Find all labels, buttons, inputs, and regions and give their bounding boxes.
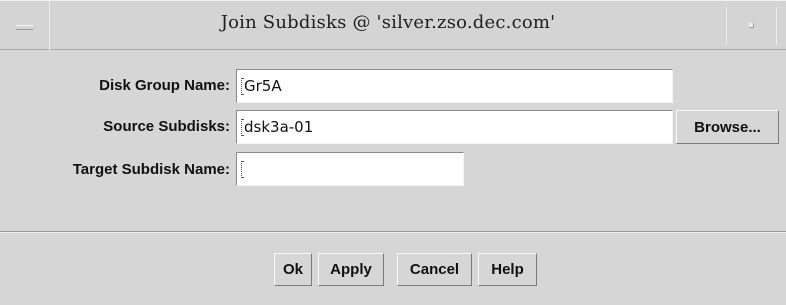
disk-group-name-input[interactable]: [240, 70, 671, 102]
source-subdisks-input[interactable]: [240, 111, 671, 143]
window-title: Join Subdisks @ 'silver.zso.dec.com': [220, 12, 556, 33]
target-subdisk-name-field[interactable]: [236, 152, 464, 186]
apply-button[interactable]: Apply: [318, 253, 384, 286]
source-subdisks-label: Source Subdisks:: [103, 118, 230, 135]
ok-button[interactable]: Ok: [274, 253, 312, 286]
window-menu-button[interactable]: [0, 1, 50, 51]
browse-button[interactable]: Browse...: [676, 110, 779, 144]
join-subdisks-dialog: Join Subdisks @ 'silver.zso.dec.com' Dis…: [0, 0, 786, 305]
cancel-button[interactable]: Cancel: [397, 253, 472, 286]
target-subdisk-name-input[interactable]: [240, 153, 462, 185]
source-subdisks-field[interactable]: [236, 110, 673, 144]
window-control-icon[interactable]: [749, 23, 754, 28]
title-bar[interactable]: Join Subdisks @ 'silver.zso.dec.com': [0, 0, 786, 51]
help-button[interactable]: Help: [478, 253, 537, 286]
window-controls[interactable]: [726, 1, 786, 51]
divider: [726, 7, 727, 45]
disk-group-name-label: Disk Group Name:: [99, 77, 230, 94]
target-subdisk-name-label: Target Subdisk Name:: [72, 161, 230, 178]
disk-group-name-field[interactable]: [236, 69, 673, 103]
window-menu-icon: [16, 25, 33, 30]
divider: [776, 7, 777, 45]
separator: [0, 231, 786, 233]
